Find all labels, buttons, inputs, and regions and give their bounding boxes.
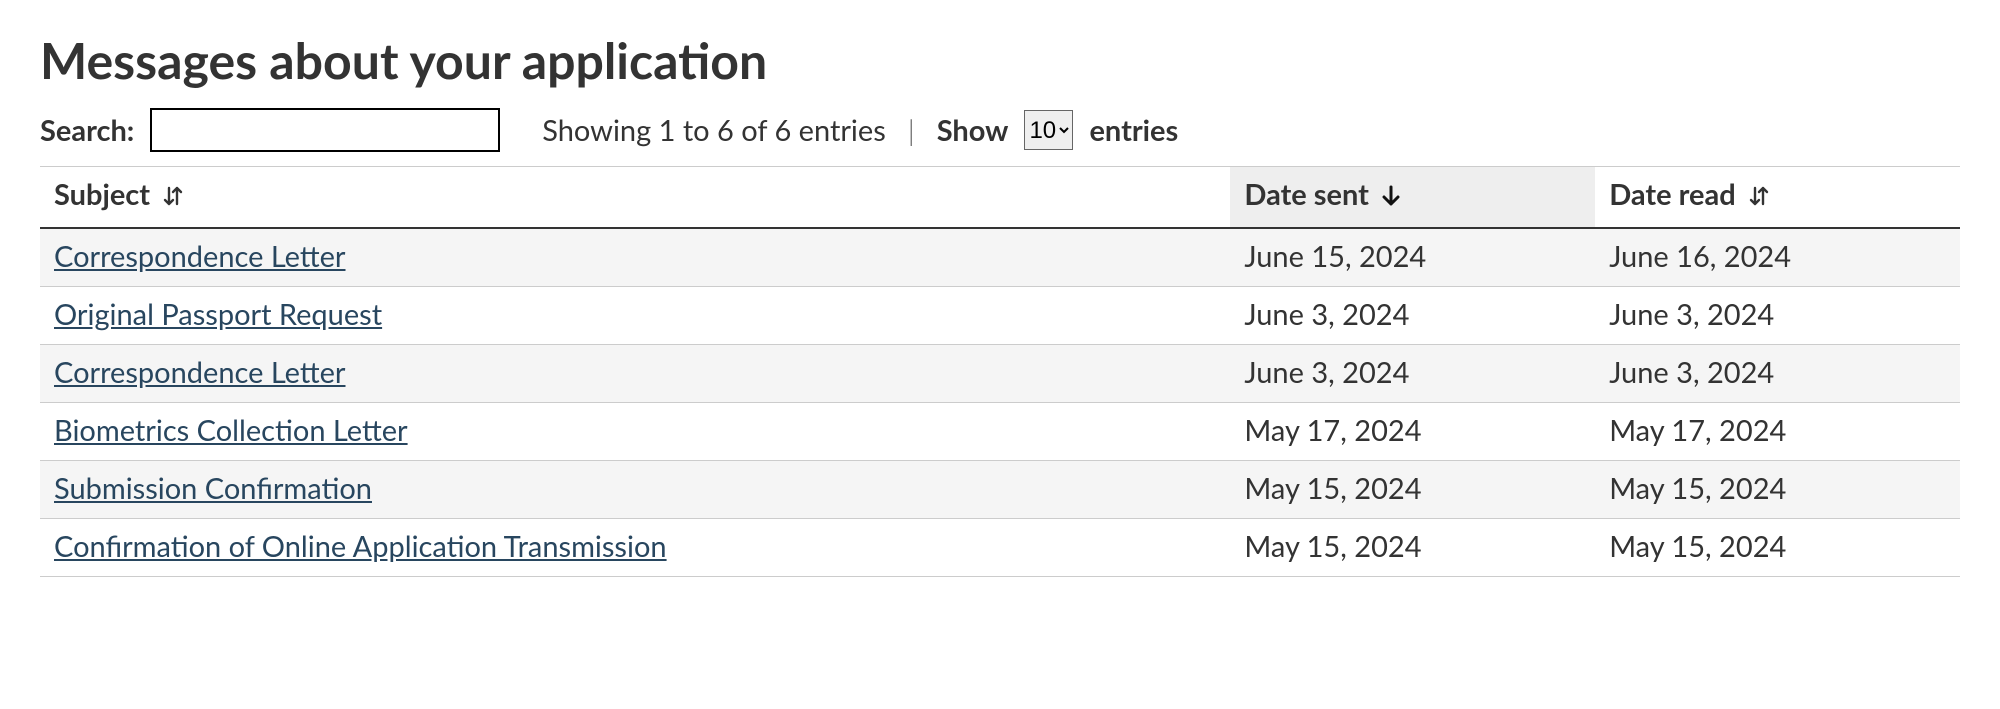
table-row: Correspondence Letter June 3, 2024June 3,…	[40, 345, 1960, 403]
cell-date-read: May 15, 2024	[1595, 519, 1960, 577]
subject-link[interactable]: Original Passport Request	[54, 297, 382, 332]
separator: |	[908, 113, 915, 148]
subject-link[interactable]: Confirmation of Online Application Trans…	[54, 529, 667, 564]
sort-both-icon	[1747, 180, 1771, 215]
cell-date-read: May 15, 2024	[1595, 461, 1960, 519]
messages-table: Subject Date sent Date read Corresponden…	[40, 166, 1960, 577]
cell-date-read: June 3, 2024	[1595, 345, 1960, 403]
cell-date-read: June 16, 2024	[1595, 228, 1960, 287]
subject-link[interactable]: Biometrics Collection Letter	[54, 413, 408, 448]
table-row: Original Passport Request June 3, 2024Jun…	[40, 287, 1960, 345]
search-input[interactable]	[150, 108, 500, 152]
entries-label: entries	[1089, 113, 1178, 148]
subject-link[interactable]: Correspondence Letter	[54, 355, 346, 390]
show-select[interactable]: 10	[1024, 110, 1073, 150]
table-row: Biometrics Collection Letter May 17, 2024…	[40, 403, 1960, 461]
cell-date-sent: June 3, 2024	[1230, 345, 1595, 403]
page-title: Messages about your application	[40, 30, 1960, 90]
show-label: Show	[937, 113, 1009, 148]
table-row: Submission Confirmation May 15, 2024May 1…	[40, 461, 1960, 519]
subject-link[interactable]: Correspondence Letter	[54, 239, 346, 274]
col-header-date-sent-label: Date sent	[1244, 177, 1369, 212]
sort-both-icon	[161, 180, 185, 215]
table-row: Confirmation of Online Application Trans…	[40, 519, 1960, 577]
col-header-date-read-label: Date read	[1609, 177, 1735, 212]
cell-date-read: May 17, 2024	[1595, 403, 1960, 461]
col-header-subject[interactable]: Subject	[40, 167, 1230, 229]
search-label: Search:	[40, 113, 134, 148]
showing-text: Showing 1 to 6 of 6 entries	[542, 113, 886, 148]
col-header-subject-label: Subject	[54, 177, 150, 212]
col-header-date-read[interactable]: Date read	[1595, 167, 1960, 229]
cell-date-read: June 3, 2024	[1595, 287, 1960, 345]
cell-date-sent: May 17, 2024	[1230, 403, 1595, 461]
table-row: Correspondence Letter June 15, 2024June 1…	[40, 228, 1960, 287]
col-header-date-sent[interactable]: Date sent	[1230, 167, 1595, 229]
cell-date-sent: May 15, 2024	[1230, 519, 1595, 577]
table-controls: Search: Showing 1 to 6 of 6 entries | Sh…	[40, 108, 1960, 152]
subject-link[interactable]: Submission Confirmation	[54, 471, 372, 506]
cell-date-sent: June 15, 2024	[1230, 228, 1595, 287]
cell-date-sent: May 15, 2024	[1230, 461, 1595, 519]
sort-desc-icon	[1380, 180, 1402, 215]
cell-date-sent: June 3, 2024	[1230, 287, 1595, 345]
